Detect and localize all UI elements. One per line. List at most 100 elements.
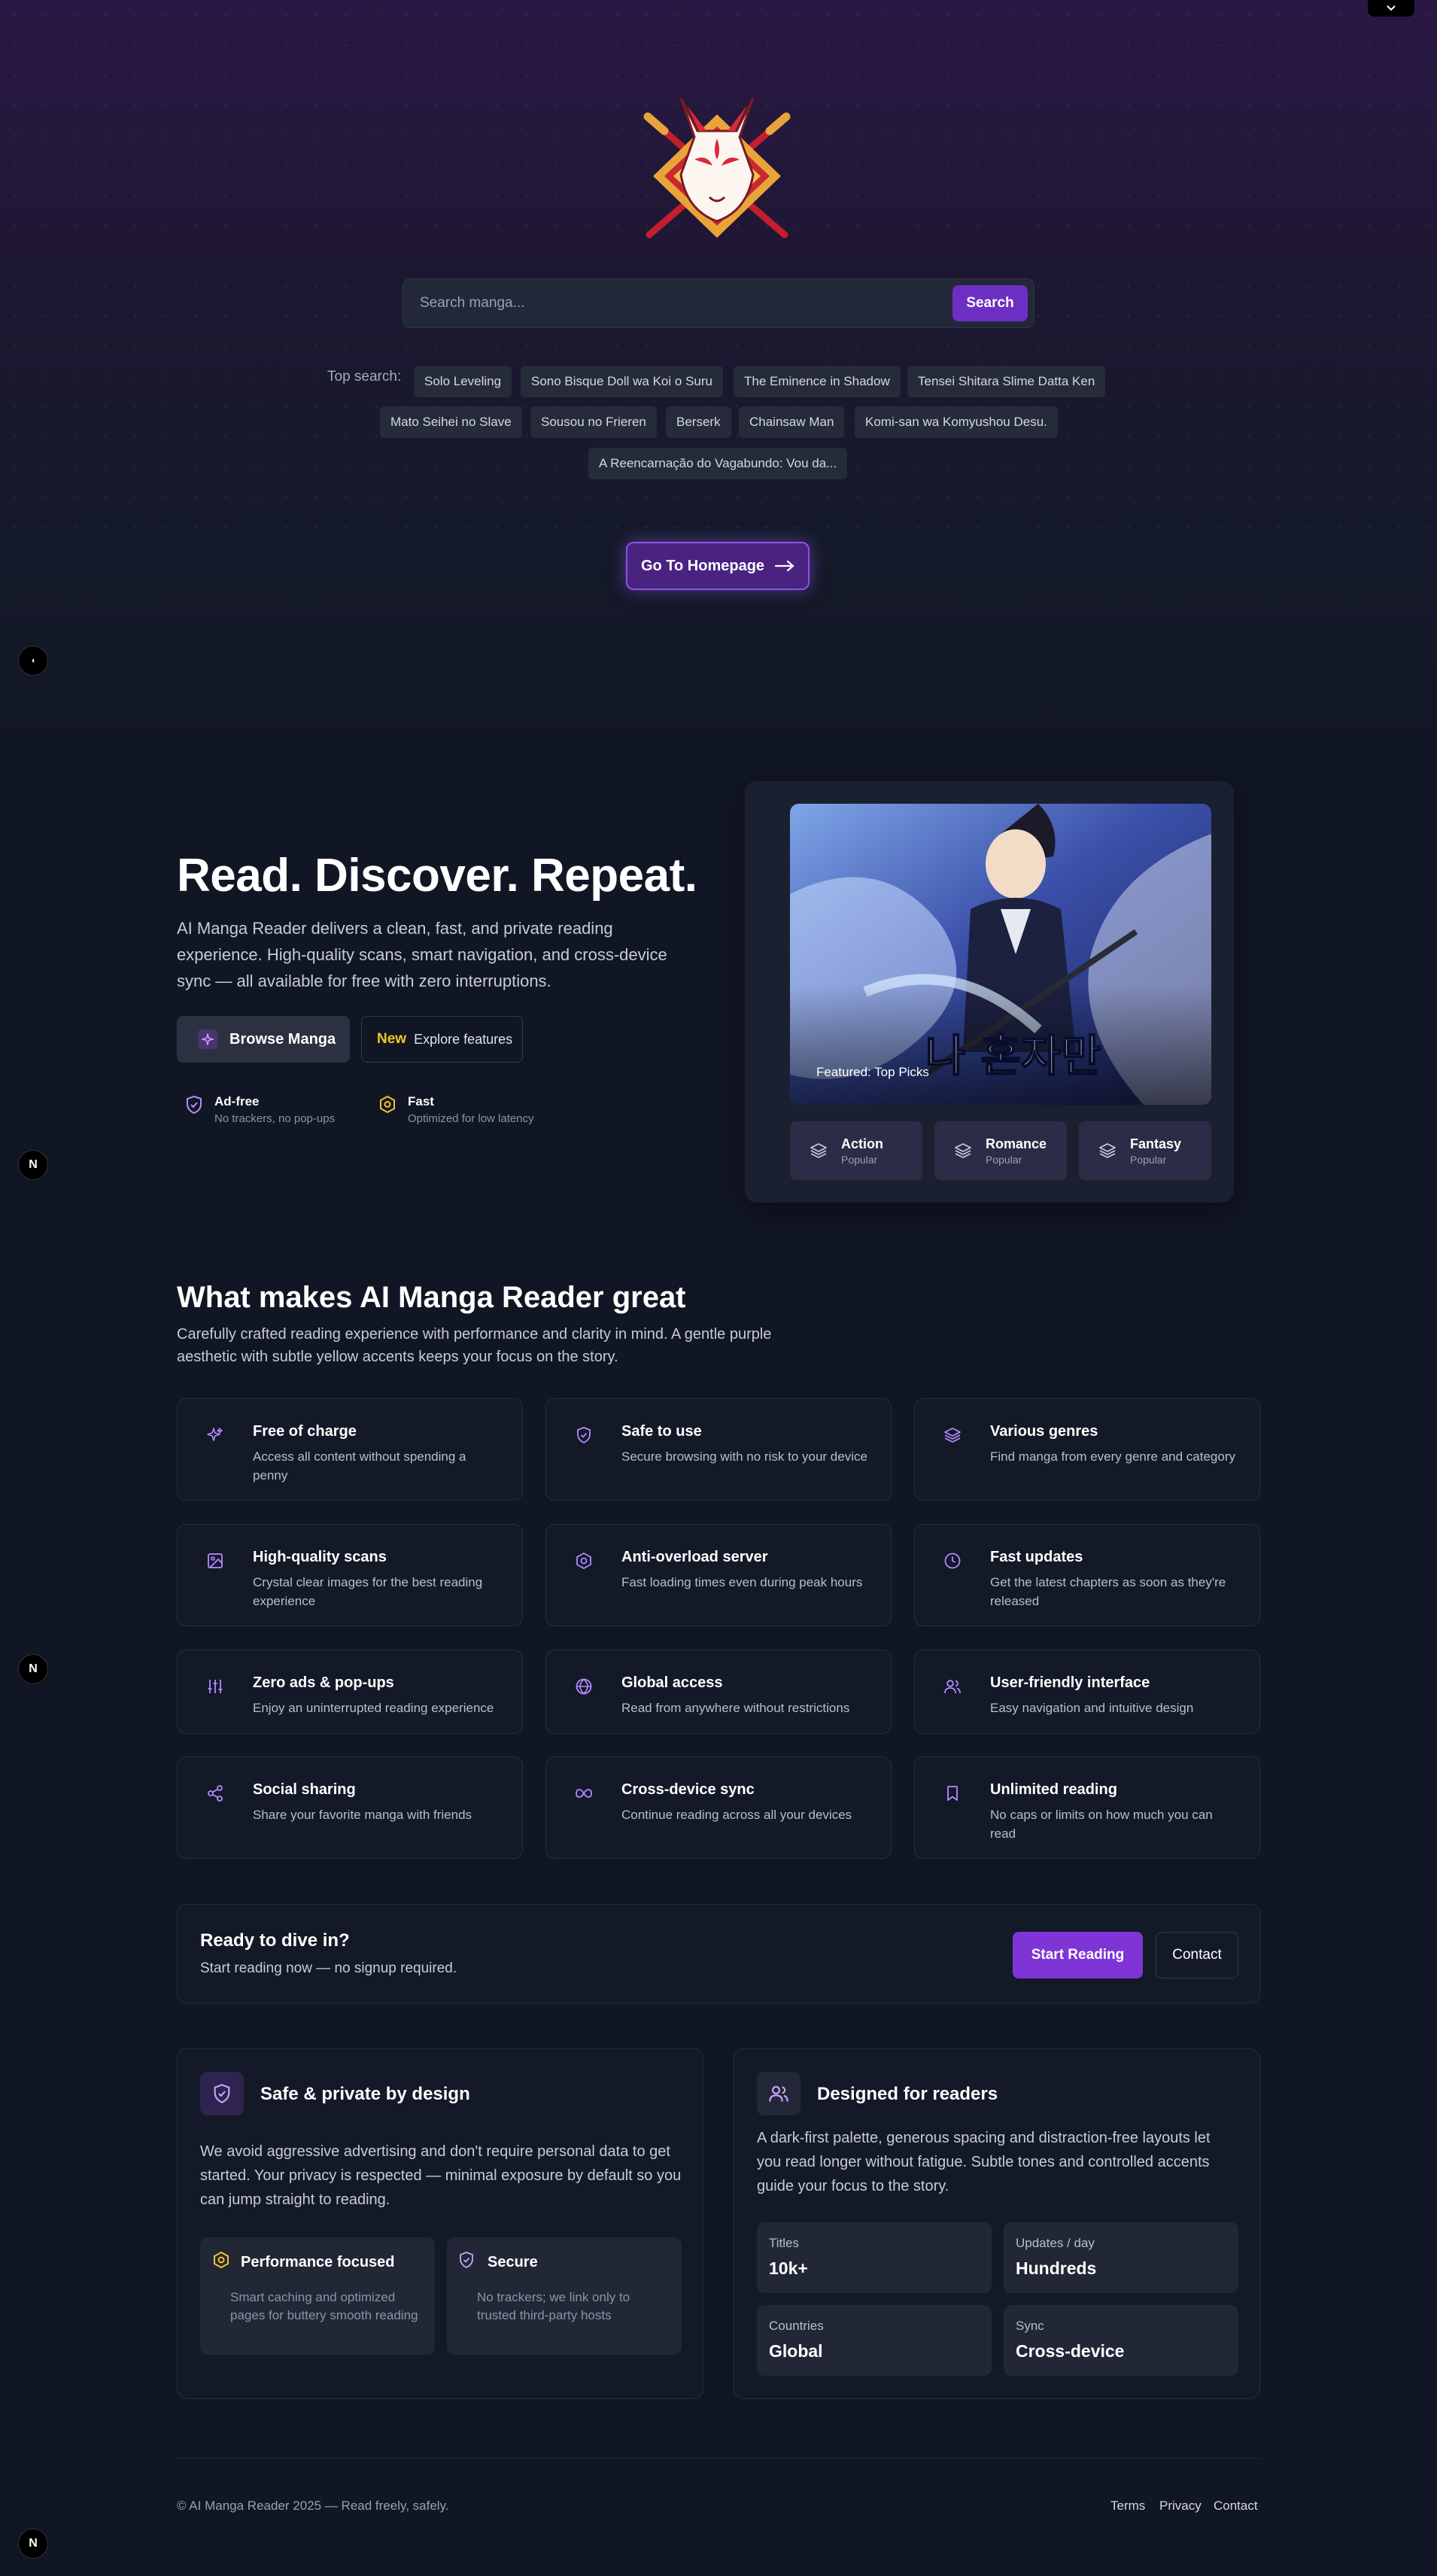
feature-title: Zero ads & pop-ups — [253, 1674, 394, 1691]
nextjs-icon: N — [29, 1158, 38, 1171]
cta-subtitle: Start reading now — no signup required. — [200, 1960, 457, 1976]
hero-description: AI Manga Reader delivers a clean, fast, … — [177, 919, 667, 990]
stat-label: Titles — [769, 2236, 799, 2250]
top-search-chip[interactable]: Mato Seihei no Slave — [380, 406, 522, 438]
featured-caption: Featured: Top Picks — [816, 1065, 929, 1079]
features-title: What makes AI Manga Reader great — [177, 1281, 686, 1314]
feature-description: No caps or limits on how much you can re… — [990, 1808, 1213, 1841]
arrow-right-icon — [775, 561, 794, 571]
stat-value: Hundreds — [1016, 2258, 1097, 2278]
search-button[interactable]: Search — [952, 285, 1028, 321]
feature-description: Enjoy an uninterrupted reading experienc… — [253, 1701, 494, 1715]
privacy-card-description: We avoid aggressive advertising and don'… — [200, 2143, 682, 2208]
search-bar: Search — [403, 278, 1034, 328]
feature-description: Secure browsing with no risk to your dev… — [621, 1449, 867, 1464]
genre-title: Action — [841, 1136, 883, 1151]
feature-title: Free of charge — [253, 1423, 357, 1440]
feature-title: Safe to use — [621, 1423, 702, 1440]
layers-icon — [955, 1143, 971, 1158]
feature-description: Access all content without spending a pe… — [253, 1449, 466, 1483]
footer-link-contact[interactable]: Contact — [1214, 2498, 1258, 2514]
chevron-down-icon — [1387, 5, 1396, 11]
feature-card: Fast updates Get the latest chapters as … — [914, 1524, 1260, 1626]
top-search-chip[interactable]: Tensei Shitara Slime Datta Ken — [907, 366, 1106, 397]
layers-icon — [810, 1143, 827, 1158]
readers-card: Designed for readers A dark-first palett… — [734, 2048, 1260, 2399]
share-icon — [208, 1785, 223, 1802]
ad-free-subtitle: No trackers, no pop-ups — [214, 1112, 336, 1125]
genre-fantasy[interactable]: Fantasy Popular — [1079, 1121, 1211, 1180]
nextjs-icon: N — [29, 1662, 38, 1675]
stat-card: Updates / day Hundreds — [1004, 2222, 1238, 2293]
new-badge: New — [377, 1031, 407, 1047]
fast-title: Fast — [408, 1094, 434, 1109]
top-search-chip[interactable]: Chainsaw Man — [739, 406, 845, 438]
cta-banner: Ready to dive in? Start reading now — no… — [177, 1904, 1260, 2003]
stat-value: 10k+ — [769, 2258, 808, 2278]
nextjs-badge[interactable]: ◖ — [18, 646, 48, 676]
secure-description: No trackers; we link only to trusted thi… — [477, 2290, 630, 2322]
feature-card: Various genres Find manga from every gen… — [914, 1398, 1260, 1501]
browse-manga-button[interactable]: Browse Manga — [177, 1016, 350, 1063]
users-icon — [944, 1680, 961, 1694]
feature-card: User-friendly interface Easy navigation … — [914, 1650, 1260, 1734]
top-search-chip[interactable]: The Eminence in Shadow — [734, 366, 901, 397]
nextjs-badge[interactable]: N — [18, 1150, 48, 1180]
start-reading-button[interactable]: Start Reading — [1013, 1932, 1143, 1978]
footer-link-privacy[interactable]: Privacy — [1159, 2498, 1202, 2514]
top-dropdown-toggle[interactable] — [1368, 0, 1414, 17]
sliders-icon — [208, 1680, 223, 1693]
hexagon-icon — [214, 2251, 229, 2269]
layers-icon — [944, 1428, 961, 1443]
footer-link-terms[interactable]: Terms — [1110, 2498, 1145, 2514]
site-logo[interactable] — [634, 84, 800, 242]
stat-value: Cross-device — [1016, 2341, 1125, 2361]
genre-subtitle: Popular — [841, 1153, 878, 1166]
top-search-chip[interactable]: Komi-san wa Komyushou Desu. — [855, 406, 1058, 438]
hero-title: Read. Discover. Repeat. — [177, 850, 697, 902]
top-search-chip[interactable]: A Reencarnação do Vagabundo: Vou da... — [588, 448, 848, 479]
go-to-homepage-button[interactable]: Go To Homepage — [626, 542, 810, 590]
genre-title: Fantasy — [1130, 1136, 1182, 1151]
feature-card: Social sharing Share your favorite manga… — [177, 1756, 523, 1859]
stat-label: Sync — [1016, 2319, 1044, 2333]
performance-title: Performance focused — [241, 2254, 395, 2270]
contact-button[interactable]: Contact — [1156, 1932, 1238, 1978]
feature-card: Global access Read from anywhere without… — [545, 1650, 892, 1734]
feature-title: Cross-device sync — [621, 1781, 755, 1798]
fast-feature: Fast Optimized for low latency — [378, 1094, 534, 1125]
readers-card-title: Designed for readers — [817, 2084, 998, 2104]
cta-title: Ready to dive in? — [200, 1930, 350, 1951]
nextjs-icon: N — [29, 2537, 38, 2550]
top-search-chip[interactable]: Sousou no Frieren — [530, 406, 657, 438]
top-search-chip[interactable]: Solo Leveling — [414, 366, 512, 397]
secure-card: Secure No trackers; we link only to trus… — [447, 2237, 682, 2355]
infinity-icon — [576, 1789, 592, 1798]
genre-title: Romance — [986, 1136, 1047, 1151]
hexagon-icon — [576, 1552, 591, 1570]
feature-title: Various genres — [990, 1423, 1098, 1440]
privacy-card: Safe & private by design We avoid aggres… — [177, 2048, 703, 2399]
feature-title: Social sharing — [253, 1781, 356, 1798]
secure-title: Secure — [488, 2254, 538, 2270]
stat-card: Sync Cross-device — [1004, 2305, 1238, 2376]
nextjs-badge[interactable]: N — [18, 1654, 48, 1684]
feature-card: Unlimited reading No caps or limits on h… — [914, 1756, 1260, 1859]
explore-features-button[interactable]: New Explore features — [361, 1016, 523, 1063]
featured-manga-cover[interactable]: 나 혼자만 — [790, 804, 1211, 1105]
nextjs-icon: ◖ — [30, 656, 36, 665]
feature-title: Unlimited reading — [990, 1781, 1117, 1798]
nextjs-badge[interactable]: N — [18, 2529, 48, 2559]
top-search-chip[interactable]: Berserk — [666, 406, 731, 438]
feature-description: Continue reading across all your devices — [621, 1808, 852, 1822]
feature-description: Share your favorite manga with friends — [253, 1808, 472, 1822]
search-input[interactable] — [420, 279, 946, 327]
users-icon — [757, 2072, 801, 2115]
feature-title: Anti-overload server — [621, 1549, 768, 1565]
feature-description: Easy navigation and intuitive design — [990, 1701, 1194, 1715]
top-search-chip[interactable]: Sono Bisque Doll wa Koi o Suru — [521, 366, 723, 397]
genre-subtitle: Popular — [986, 1153, 1022, 1166]
browse-manga-label: Browse Manga — [229, 1030, 336, 1048]
genre-romance[interactable]: Romance Popular — [934, 1121, 1067, 1180]
genre-action[interactable]: Action Popular — [790, 1121, 922, 1180]
